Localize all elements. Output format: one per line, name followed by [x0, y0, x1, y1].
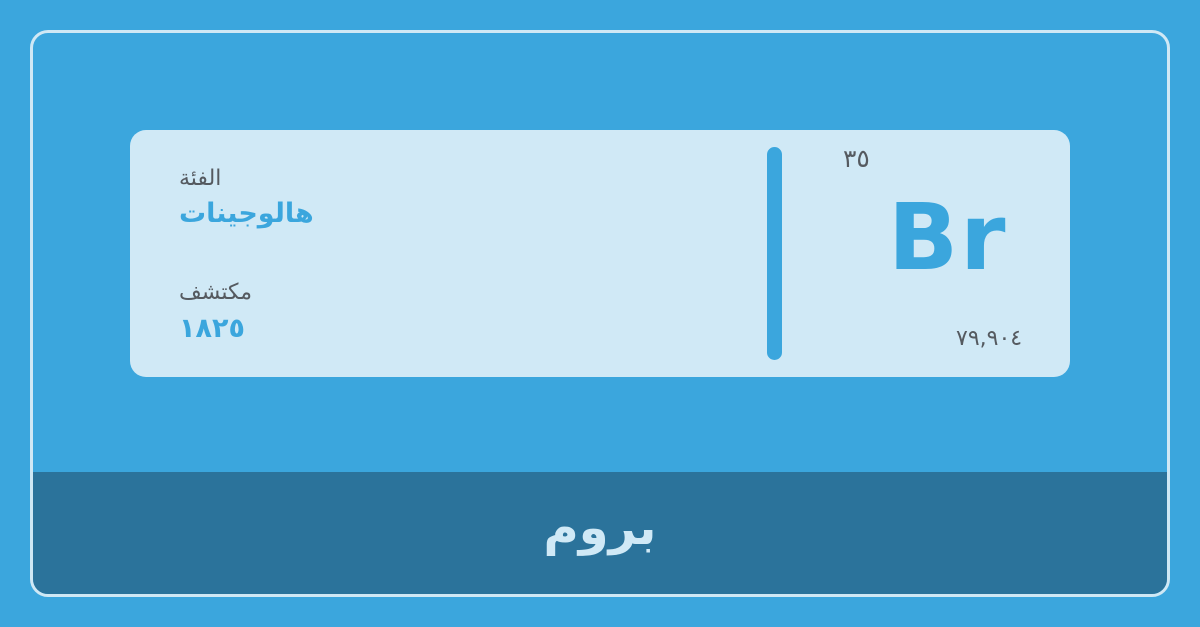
element-card: الفئة هالوجينات مكتشف ١٨٢٥ ٣٥ Br ٧٩,٩٠٤	[130, 130, 1070, 377]
element-name: بروم	[543, 500, 657, 556]
element-symbol: Br	[888, 184, 1008, 291]
atomic-number: ٣٥	[843, 144, 870, 173]
outer-frame: الفئة هالوجينات مكتشف ١٨٢٥ ٣٥ Br ٧٩,٩٠٤ …	[30, 30, 1170, 597]
discoverer-label: مكتشف	[179, 280, 252, 305]
category-label: الفئة	[179, 166, 222, 191]
atomic-mass: ٧٩,٩٠٤	[956, 326, 1023, 351]
discoverer-value: ١٨٢٥	[179, 313, 245, 344]
vertical-divider	[767, 147, 782, 360]
category-value: هالوجينات	[179, 198, 314, 229]
footer-bar: بروم	[33, 472, 1167, 594]
